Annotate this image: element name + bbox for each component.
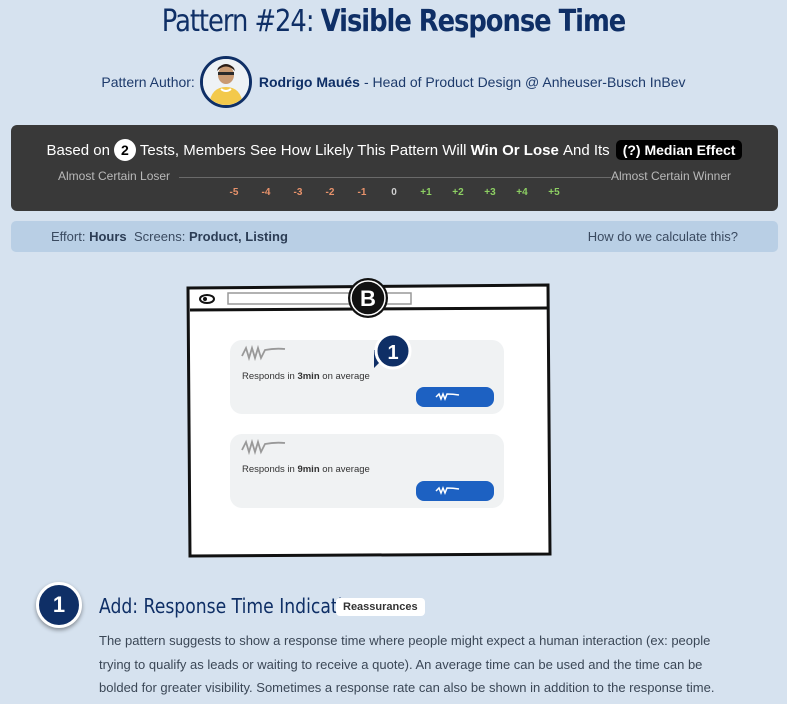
info-bar: Effort: Hours Screens: Product, Listing … <box>11 221 778 252</box>
scale-tick: +1 <box>420 187 432 198</box>
and-its-text: And Its <box>562 141 610 159</box>
step-marker: 1 <box>374 332 412 370</box>
effort-value: Hours <box>89 229 127 244</box>
avatar-image <box>202 59 249 105</box>
step-title: Add: Response Time Indication <box>99 594 364 618</box>
author-row: Pattern Author: Rodrigo Maués - Head of … <box>0 56 787 108</box>
screens-label: Screens: <box>134 229 186 244</box>
pattern-name: Visible Response Time <box>320 4 627 39</box>
scale-line <box>179 177 611 178</box>
win-or-lose-text: Win Or Lose <box>470 141 559 159</box>
based-on-text: Based on <box>46 141 110 159</box>
author-label: Pattern Author: <box>101 74 195 90</box>
likelihood-panel: Based on 2 Tests, Members See How Likely… <box>11 125 778 211</box>
screens-value: Product, Listing <box>188 229 288 244</box>
contact-button-1[interactable] <box>416 387 494 407</box>
category-tag[interactable]: Reassurances <box>336 598 425 616</box>
scale-tick: -5 <box>229 187 239 198</box>
scale-tick: -1 <box>357 187 367 198</box>
median-effect-button[interactable]: (?) Median Effect <box>615 140 743 160</box>
scale-tick: -4 <box>261 187 271 198</box>
likelihood-text: Based on 2 Tests, Members See How Likely… <box>11 139 778 161</box>
scale-left-label: Almost Certain Loser <box>58 169 171 183</box>
likelihood-mid-text: Tests, Members See How Likely This Patte… <box>139 141 467 159</box>
pattern-illustration: B Responds in 3min on average 1 Responds… <box>180 272 560 567</box>
step-description: The pattern suggests to show a response … <box>99 633 715 695</box>
scale-tick: 0 <box>391 187 397 198</box>
avatar <box>199 56 252 108</box>
effort-label: Effort: <box>51 229 86 244</box>
scale-tick: -3 <box>293 187 303 198</box>
response-time-text-2: Responds in 9min on average <box>242 464 370 475</box>
effort-info: Effort: Hours <box>51 229 127 244</box>
variant-letter: B <box>360 286 376 311</box>
variant-badge: B <box>348 278 388 318</box>
tests-count-badge: 2 <box>113 139 136 161</box>
pattern-number: Pattern #24: <box>161 4 321 39</box>
scale-tick: +5 <box>548 187 560 198</box>
scale-tick: -2 <box>325 187 335 198</box>
screens-info: Screens: Product, Listing <box>134 229 288 244</box>
author-role: - Head of Product Design @ Anheuser-Busc… <box>363 74 686 90</box>
wireframe-sketch: B Responds in 3min on average 1 Responds… <box>186 278 552 558</box>
scale-right-label: Almost Certain Winner <box>610 169 731 183</box>
scale-tick: +4 <box>516 187 528 198</box>
author-name[interactable]: Rodrigo Maués <box>259 74 360 90</box>
contact-button-2[interactable] <box>416 481 494 501</box>
scale-tick: +2 <box>452 187 464 198</box>
scale-ticks: -5 -4 -3 -2 -1 0 +1 +2 +3 +4 +5 <box>11 187 778 201</box>
scale-tick: +3 <box>484 187 496 198</box>
step-marker-number: 1 <box>387 342 398 364</box>
page-title: Pattern #24: Visible Response Time <box>55 4 732 39</box>
response-time-text-1: Responds in 3min on average <box>242 371 370 382</box>
step-number-badge: 1 <box>36 582 82 628</box>
calculation-link[interactable]: How do we calculate this? <box>588 229 738 244</box>
